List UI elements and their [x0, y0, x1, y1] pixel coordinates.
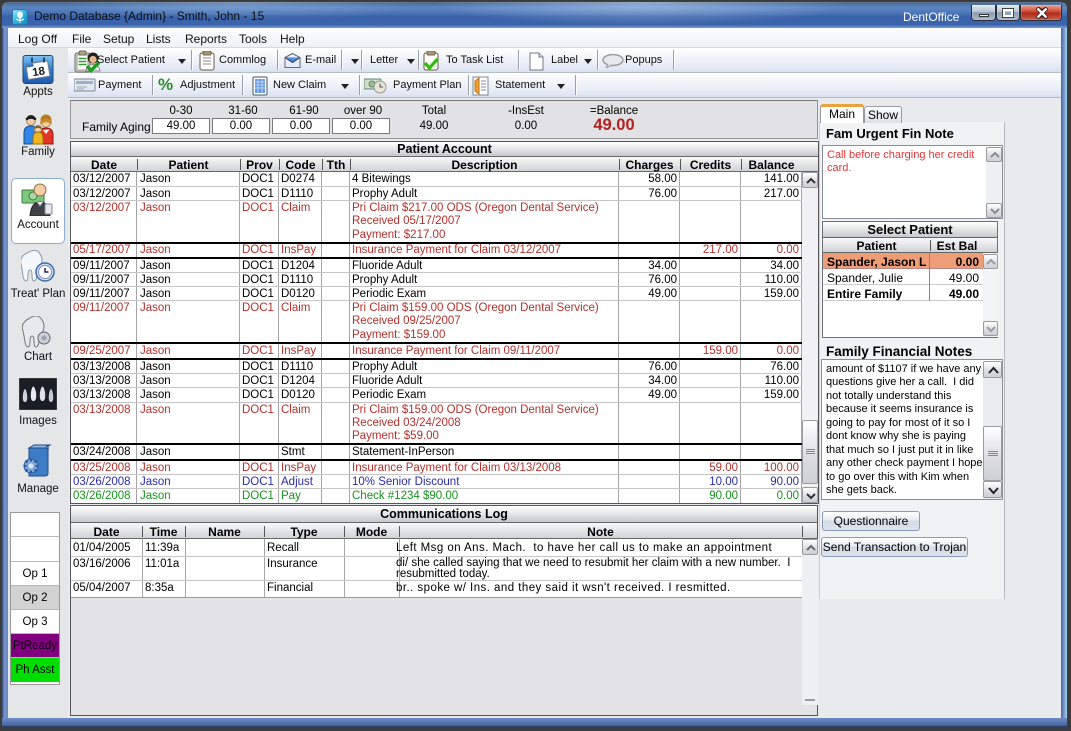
svg-text:18: 18: [31, 65, 46, 79]
